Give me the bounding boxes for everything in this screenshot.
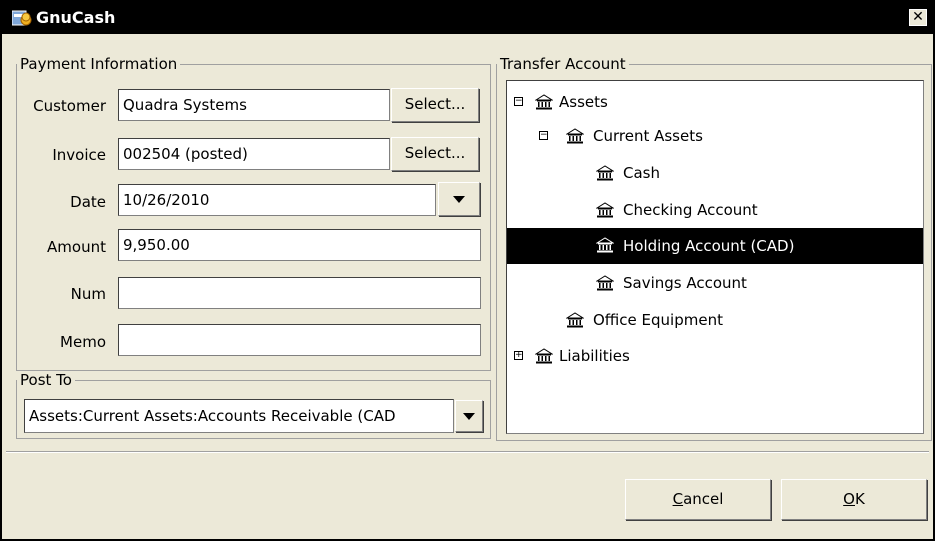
collapse-icon[interactable]: −: [539, 131, 548, 140]
date-label: Date: [70, 193, 106, 211]
tree-label: Holding Account (CAD): [623, 237, 795, 255]
bank-building-icon: [596, 165, 614, 181]
tree-row-current-assets[interactable]: − Current Assets: [507, 119, 923, 153]
expand-icon[interactable]: +: [514, 351, 523, 360]
date-dropdown-button[interactable]: [438, 182, 480, 216]
cancel-label: ancel: [683, 490, 724, 508]
gnucash-app-icon: [12, 10, 32, 26]
ok-mnemonic: O: [843, 490, 855, 508]
bank-building-icon: [566, 128, 584, 144]
amount-label: Amount: [47, 238, 106, 256]
tree-row-cash[interactable]: Cash: [507, 156, 923, 190]
customer-field[interactable]: Quadra Systems: [118, 89, 390, 121]
tree-row-checking-account[interactable]: Checking Account: [507, 193, 923, 227]
chevron-down-icon: [453, 196, 465, 203]
tree-label: Checking Account: [623, 201, 758, 219]
ok-button[interactable]: OK: [781, 479, 927, 520]
customer-select-button[interactable]: Select...: [391, 88, 479, 122]
invoice-field[interactable]: 002504 (posted): [118, 138, 390, 170]
date-field[interactable]: 10/26/2010: [118, 184, 436, 216]
cancel-mnemonic: C: [672, 490, 684, 508]
tree-label: Assets: [559, 93, 608, 111]
bank-building-icon: [596, 237, 614, 253]
gnucash-payment-dialog: GnuCash ✕ Payment Information Customer Q…: [0, 0, 935, 541]
tree-row-savings-account[interactable]: Savings Account: [507, 266, 923, 300]
bank-building-icon: [566, 312, 584, 328]
button-separator: [6, 451, 929, 453]
memo-field[interactable]: [118, 324, 481, 356]
transfer-account-tree[interactable]: − Assets − Current Assets Cash Checking …: [506, 80, 924, 434]
customer-label: Customer: [33, 97, 106, 115]
memo-label: Memo: [60, 333, 106, 351]
tree-row-holding-account[interactable]: Holding Account (CAD): [507, 228, 923, 264]
title-bar[interactable]: GnuCash ✕: [2, 2, 933, 34]
bank-building-icon: [596, 202, 614, 218]
window-title: GnuCash: [36, 8, 116, 27]
cancel-button[interactable]: Cancel: [625, 479, 771, 520]
transfer-account-legend: Transfer Account: [500, 55, 626, 73]
close-icon: ✕: [912, 9, 924, 25]
invoice-label: Invoice: [52, 146, 106, 164]
bank-building-icon: [535, 94, 553, 110]
bank-building-icon: [596, 275, 614, 291]
num-label: Num: [70, 285, 106, 303]
tree-row-liabilities[interactable]: + Liabilities: [507, 339, 923, 373]
tree-row-office-equipment[interactable]: Office Equipment: [507, 303, 923, 337]
amount-field[interactable]: 9,950.00: [118, 229, 481, 261]
post-to-account-select[interactable]: Assets:Current Assets:Accounts Receivabl…: [24, 399, 454, 433]
post-to-dropdown-button[interactable]: [455, 400, 483, 432]
ok-label: K: [854, 490, 865, 508]
bank-building-icon: [535, 348, 553, 364]
tree-label: Liabilities: [559, 347, 630, 365]
num-field[interactable]: [118, 277, 481, 309]
tree-row-assets[interactable]: − Assets: [507, 85, 923, 119]
invoice-select-button[interactable]: Select...: [391, 137, 479, 171]
chevron-down-icon: [463, 413, 475, 420]
post-to-legend: Post To: [20, 371, 72, 389]
close-button[interactable]: ✕: [909, 9, 927, 26]
tree-label: Savings Account: [623, 274, 747, 292]
collapse-icon[interactable]: −: [514, 97, 523, 106]
tree-label: Cash: [623, 164, 660, 182]
tree-label: Office Equipment: [593, 311, 723, 329]
payment-information-legend: Payment Information: [20, 55, 178, 73]
tree-label: Current Assets: [593, 127, 703, 145]
